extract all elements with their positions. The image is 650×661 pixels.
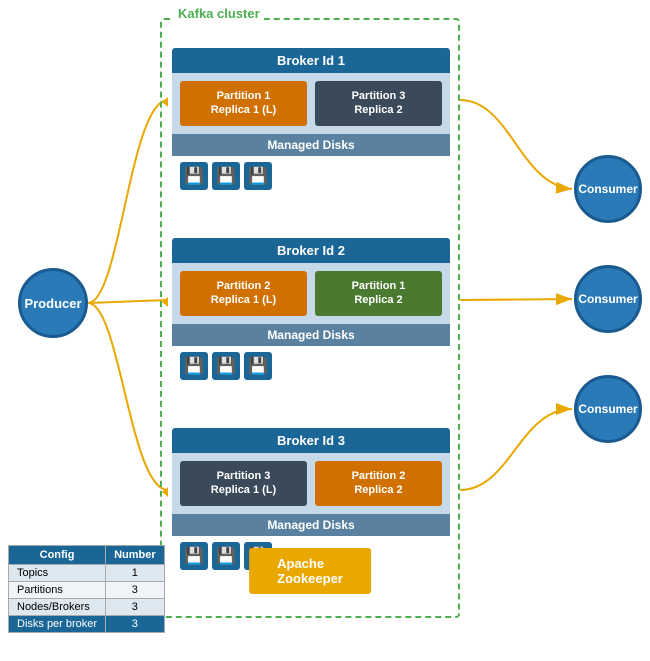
broker-2-body: Partition 2Replica 1 (L) Partition 1Repl… (172, 263, 450, 324)
broker-3-body: Partition 3Replica 1 (L) Partition 2Repl… (172, 453, 450, 514)
consumer-1-circle: Consumer (574, 155, 642, 223)
broker-1-partition-1: Partition 1Replica 1 (L) (180, 81, 307, 126)
disk-icon-3b: 💾 (212, 542, 240, 570)
broker-3-header: Broker Id 3 (172, 428, 450, 453)
disk-icon-1b: 💾 (212, 162, 240, 190)
disk-icon-1c: 💾 (244, 162, 272, 190)
broker-3-managed-title: Managed Disks (172, 514, 450, 536)
broker-1-body: Partition 1Replica 1 (L) Partition 3Repl… (172, 73, 450, 134)
broker-1-header: Broker Id 1 (172, 48, 450, 73)
broker-1-partition-2: Partition 3Replica 2 (315, 81, 442, 126)
config-header-number: Number (106, 546, 165, 565)
broker-2-partition-1: Partition 2Replica 1 (L) (180, 271, 307, 316)
disk-icon-2b: 💾 (212, 352, 240, 380)
broker-2-header: Broker Id 2 (172, 238, 450, 263)
broker-1-managed-content: 💾 💾 💾 Up to 16 TB per broker (172, 156, 450, 196)
diagram-container: Kafka cluster Broker Id 1 Partition 1Rep… (0, 0, 650, 661)
config-row-disks: Disks per broker 3 (9, 616, 165, 633)
broker-2: Broker Id 2 Partition 2Replica 1 (L) Par… (172, 238, 450, 386)
consumer-3-circle: Consumer (574, 375, 642, 443)
config-row-topics: Topics 1 (9, 565, 165, 582)
kafka-cluster: Kafka cluster Broker Id 1 Partition 1Rep… (160, 18, 460, 618)
consumer-2-circle: Consumer (574, 265, 642, 333)
zookeeper-button: Apache Zookeeper (249, 548, 371, 594)
disk-icon-2c: 💾 (244, 352, 272, 380)
disk-icon-2a: 💾 (180, 352, 208, 380)
broker-2-managed-title: Managed Disks (172, 324, 450, 346)
config-row-partitions: Partitions 3 (9, 582, 165, 599)
broker-1-managed-title: Managed Disks (172, 134, 450, 156)
broker-1: Broker Id 1 Partition 1Replica 1 (L) Par… (172, 48, 450, 196)
broker-3-partition-2: Partition 2Replica 2 (315, 461, 442, 506)
producer-circle: Producer (18, 268, 88, 338)
broker-2-disk-text: Up to 16 TB per broker (280, 360, 392, 372)
kafka-cluster-label: Kafka cluster (174, 6, 264, 21)
config-header-config: Config (9, 546, 106, 565)
disk-icon-3a: 💾 (180, 542, 208, 570)
broker-3-partition-1: Partition 3Replica 1 (L) (180, 461, 307, 506)
config-table: Config Number Topics 1 Partitions 3 Node… (8, 545, 165, 633)
broker-1-disk-text: Up to 16 TB per broker (280, 170, 392, 182)
broker-2-partition-2: Partition 1Replica 2 (315, 271, 442, 316)
config-row-nodes: Nodes/Brokers 3 (9, 599, 165, 616)
broker-2-managed-content: 💾 💾 💾 Up to 16 TB per broker (172, 346, 450, 386)
disk-icon-1a: 💾 (180, 162, 208, 190)
